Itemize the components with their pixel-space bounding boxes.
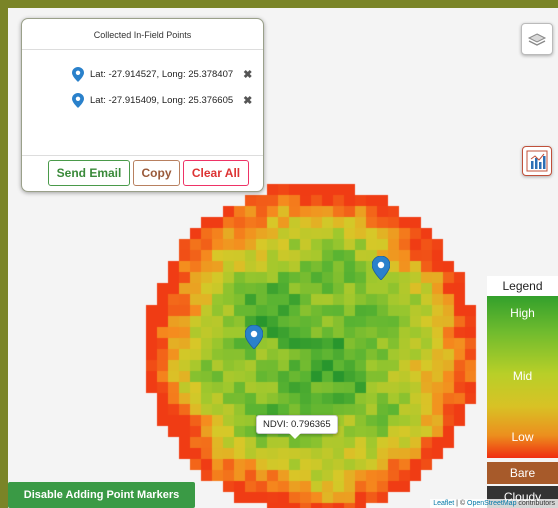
legend-title: Legend	[487, 276, 558, 296]
point-coords: Lat: -27.915409, Long: 25.376605	[90, 94, 234, 106]
remove-point-icon[interactable]: ✖	[243, 94, 252, 107]
legend-bare-label: Bare	[487, 462, 558, 484]
layers-icon	[527, 33, 547, 46]
remove-point-icon[interactable]: ✖	[243, 68, 252, 81]
panel-title: Collected In-Field Points	[22, 19, 263, 50]
chart-icon	[526, 150, 548, 172]
legend-high-label: High	[510, 306, 535, 320]
panel-divider	[22, 155, 263, 156]
map-marker-icon[interactable]	[372, 256, 390, 280]
map-pin-icon	[72, 92, 84, 108]
point-coords: Lat: -27.914527, Long: 25.378407	[90, 68, 234, 80]
chart-control-button[interactable]	[522, 146, 552, 176]
leaflet-link[interactable]: Leaflet	[433, 500, 454, 507]
point-item: Lat: -27.915409, Long: 25.376605 ✖	[72, 91, 252, 109]
map-attribution: Leaflet | © OpenStreetMap contributors	[430, 499, 558, 508]
disable-point-markers-button[interactable]: Disable Adding Point Markers	[8, 482, 195, 508]
attribution-rest: contributors	[516, 500, 555, 507]
ndvi-tooltip: NDVI: 0.796365	[256, 415, 338, 439]
attribution-separator: | ©	[454, 500, 468, 507]
legend-mid-label: Mid	[512, 369, 533, 383]
legend-gradient: High Mid Low	[487, 296, 558, 458]
collected-points-panel: Collected In-Field Points Lat: -27.91452…	[21, 18, 264, 192]
osm-link[interactable]: OpenStreetMap	[467, 500, 516, 507]
legend: Legend High Mid Low Bare Cloudy	[487, 276, 558, 508]
legend-low-label: Low	[511, 430, 534, 444]
map[interactable]: Collected In-Field Points Lat: -27.91452…	[8, 8, 558, 508]
clear-all-button[interactable]: Clear All	[183, 160, 249, 186]
map-pin-icon	[72, 66, 84, 82]
point-item: Lat: -27.914527, Long: 25.378407 ✖	[72, 65, 252, 83]
layers-control-button[interactable]	[521, 23, 553, 55]
map-marker-icon[interactable]	[245, 325, 263, 349]
send-email-button[interactable]: Send Email	[48, 160, 130, 186]
copy-button[interactable]: Copy	[133, 160, 180, 186]
